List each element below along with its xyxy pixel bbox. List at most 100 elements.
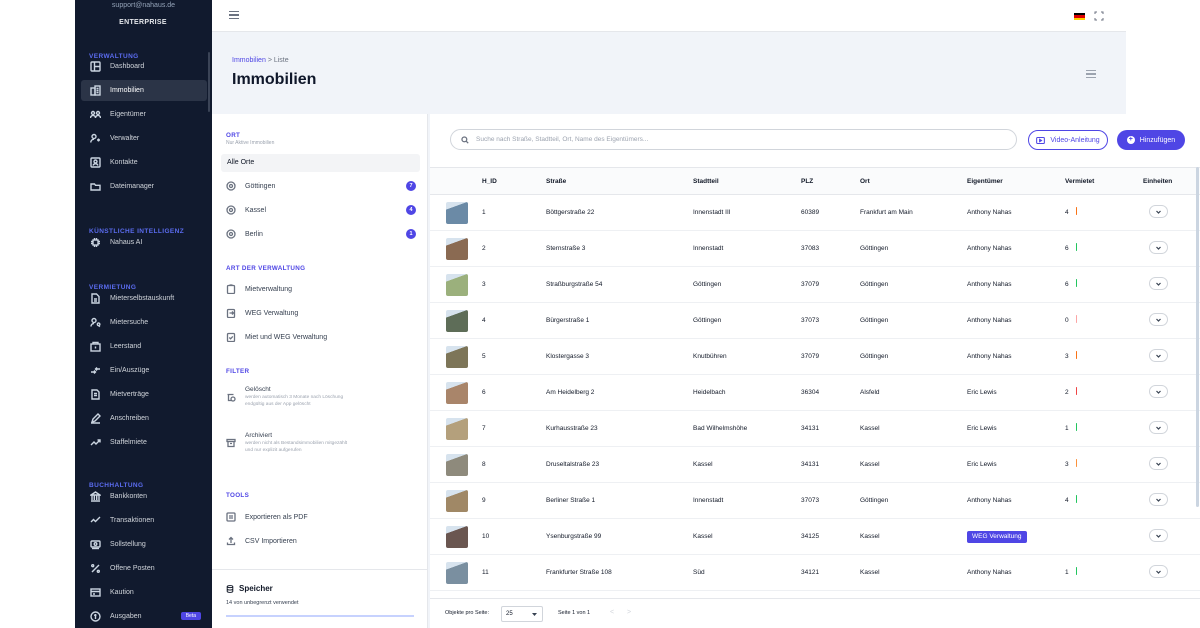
video-guide-button[interactable]: Video-Anleitung: [1028, 130, 1108, 150]
cell-strasse: Frankfurter Straße 108: [546, 569, 612, 576]
col-einheiten[interactable]: Einheiten: [1143, 168, 1172, 196]
table-row[interactable]: 6 Am Heidelberg 2 Heidelbach 36304 Alsfeld Er…: [430, 375, 1200, 411]
cell-stadtteil: Innenstadt: [693, 497, 724, 504]
sidebar-item-label: Bankkonten: [110, 493, 147, 500]
expand-units-button[interactable]: [1149, 349, 1168, 362]
cell-eigentuemer: Anthony Nahas: [967, 353, 1012, 360]
sidebar-item-kontakte[interactable]: Kontakte: [81, 152, 207, 173]
sidebar-item-verwalter[interactable]: Verwalter: [81, 128, 207, 149]
property-thumbnail: [446, 274, 468, 296]
col-stadtteil[interactable]: Stadtteil: [693, 168, 719, 196]
next-page-button[interactable]: >: [627, 609, 631, 616]
expand-units-button[interactable]: [1149, 421, 1168, 434]
expand-units-button[interactable]: [1149, 277, 1168, 290]
filter-all-locations[interactable]: Alle Orte: [221, 154, 420, 172]
sidebar-item-ein-auszüge[interactable]: Ein/Auszüge: [81, 360, 207, 381]
sidebar-item-staffelmiete[interactable]: Staffelmiete: [81, 432, 207, 453]
table-row[interactable]: 10 Ysenburgstraße 99 Kassel 34125 Kassel WEG …: [430, 519, 1200, 555]
art-label: Miet und WEG Verwaltung: [245, 333, 328, 341]
col-vermietet[interactable]: Vermietet: [1065, 168, 1094, 196]
contract-icon: [89, 389, 101, 401]
expand-units-button[interactable]: [1149, 493, 1168, 506]
sidebar-item-anschreiben[interactable]: Anschreiben: [81, 408, 207, 429]
filter-location-berlin[interactable]: Berlin 1: [226, 225, 416, 243]
filter-art-miet-weg[interactable]: Miet und WEG Verwaltung: [226, 328, 416, 346]
cell-vermietet: 3: [1065, 447, 1078, 483]
expand-units-button[interactable]: [1149, 457, 1168, 470]
breadcrumb-root-link[interactable]: Immobilien: [232, 57, 266, 64]
art-label: WEG Verwaltung: [245, 309, 299, 317]
sidebar-item-kaution[interactable]: Kaution: [81, 582, 207, 603]
expand-units-button[interactable]: [1149, 385, 1168, 398]
filter-deleted[interactable]: Gelöscht werden automatisch 3 Monate nac…: [226, 386, 416, 408]
expand-units-button[interactable]: [1149, 205, 1168, 218]
cell-ort: Göttingen: [860, 497, 889, 504]
sidebar-item-ausgaben[interactable]: Ausgaben Beta: [81, 606, 207, 627]
cell-eigentuemer: Anthony Nahas: [967, 281, 1012, 288]
col-ort[interactable]: Ort: [860, 168, 870, 196]
sidebar-item-eigentümer[interactable]: Eigentümer: [81, 104, 207, 125]
pen-icon: [89, 413, 101, 425]
filter-art-mietverwaltung[interactable]: Mietverwaltung: [226, 280, 416, 298]
search-box[interactable]: [450, 129, 1017, 150]
table-row[interactable]: 1 Böttgerstraße 22 Innenstadt III 60389 Fran…: [430, 195, 1200, 231]
per-page-select[interactable]: 25: [501, 606, 543, 622]
cell-stadtteil: Bad Wilhelmshöhe: [693, 425, 748, 432]
sidebar-item-immobilien[interactable]: Immobilien: [81, 80, 207, 101]
col-h-id[interactable]: H_ID: [482, 168, 497, 196]
sidebar-item-mieterselbstauskunft[interactable]: Mieterselbstauskunft: [81, 288, 207, 309]
expand-units-button[interactable]: [1149, 529, 1168, 542]
filter-location-kassel[interactable]: Kassel 4: [226, 201, 416, 219]
rented-indicator: [1075, 495, 1078, 503]
table-scrollbar[interactable]: [1196, 167, 1199, 507]
expand-units-button[interactable]: [1149, 565, 1168, 578]
storage-usage: 14 von unbegrenzt verwendet: [226, 600, 299, 606]
table-row[interactable]: 7 Kurhausstraße 23 Bad Wilhelmshöhe 34131 Ka…: [430, 411, 1200, 447]
table-row[interactable]: 8 Druseltalstraße 23 Kassel 34131 Kassel Eric…: [430, 447, 1200, 483]
sidebar-item-nahaus-ai[interactable]: Nahaus AI: [81, 232, 207, 253]
sidebar-item-label: Kaution: [110, 589, 134, 596]
tool-label: CSV Importieren: [245, 537, 297, 545]
col-strasse[interactable]: Straße: [546, 168, 566, 196]
page-menu-icon[interactable]: [1086, 70, 1096, 79]
add-property-button[interactable]: + Hinzufügen: [1117, 130, 1185, 150]
tool-csv-import[interactable]: CSV Importieren: [226, 532, 416, 550]
col-plz[interactable]: PLZ: [801, 168, 813, 196]
filter-archived[interactable]: Archiviert werden nicht als Bestandsimmo…: [226, 432, 416, 454]
sidebar-item-leerstand[interactable]: Leerstand: [81, 336, 207, 357]
tool-export-pdf[interactable]: Exportieren als PDF: [226, 508, 416, 526]
prev-page-button[interactable]: <: [610, 609, 614, 616]
table-row[interactable]: 9 Berliner Straße 1 Innenstadt 37073 Götting…: [430, 483, 1200, 519]
sidebar-item-dateimanager[interactable]: Dateimanager: [81, 176, 207, 197]
filter-location-goettingen[interactable]: Göttingen 7: [226, 177, 416, 195]
sidebar-item-dashboard[interactable]: Dashboard: [81, 56, 207, 77]
expand-units-button[interactable]: [1149, 313, 1168, 326]
sidebar-scrollbar[interactable]: [208, 52, 210, 112]
ai-chip-icon: [89, 237, 101, 249]
sidebar-item-mietverträge[interactable]: Mietverträge: [81, 384, 207, 405]
fullscreen-icon[interactable]: [1094, 11, 1104, 21]
filter-art-weg[interactable]: WEG Verwaltung: [226, 304, 416, 322]
cell-strasse: Böttgerstraße 22: [546, 209, 595, 216]
sidebar-item-offene-posten[interactable]: Offene Posten: [81, 558, 207, 579]
table-row[interactable]: 3 Straßburgstraße 54 Göttingen 37079 Götting…: [430, 267, 1200, 303]
location-pin-icon: [226, 181, 236, 191]
table-row[interactable]: 5 Klostergasse 3 Knutbühren 37079 Göttingen A…: [430, 339, 1200, 375]
table-row[interactable]: 4 Bürgerstraße 1 Göttingen 37073 Göttingen An…: [430, 303, 1200, 339]
table-row[interactable]: 11 Frankfurter Straße 108 Süd 34121 Kassel An…: [430, 555, 1200, 591]
sidebar-item-mietersuche[interactable]: Mietersuche: [81, 312, 207, 333]
archived-title: Archiviert: [245, 432, 273, 439]
table-row[interactable]: 2 Sternstraße 3 Innenstadt 37083 Göttingen An…: [430, 231, 1200, 267]
col-eigentuemer[interactable]: Eigentümer: [967, 168, 1003, 196]
sidebar-item-bankkonten[interactable]: Bankkonten: [81, 486, 207, 507]
german-flag-icon[interactable]: [1074, 13, 1085, 20]
expand-units-button[interactable]: [1149, 241, 1168, 254]
sidebar-item-transaktionen[interactable]: Transaktionen: [81, 510, 207, 531]
sidebar-item-sollstellung[interactable]: Sollstellung: [81, 534, 207, 555]
menu-toggle-icon[interactable]: [229, 11, 239, 20]
cell-strasse: Kurhausstraße 23: [546, 425, 598, 432]
search-input[interactable]: [476, 136, 996, 143]
app-frame: support@nahaus.de ENTERPRISE VERWALTUNG …: [75, 0, 1200, 628]
storage-panel: Speicher 14 von unbegrenzt verwendet: [212, 569, 428, 628]
cell-plz: 34125: [801, 533, 820, 540]
